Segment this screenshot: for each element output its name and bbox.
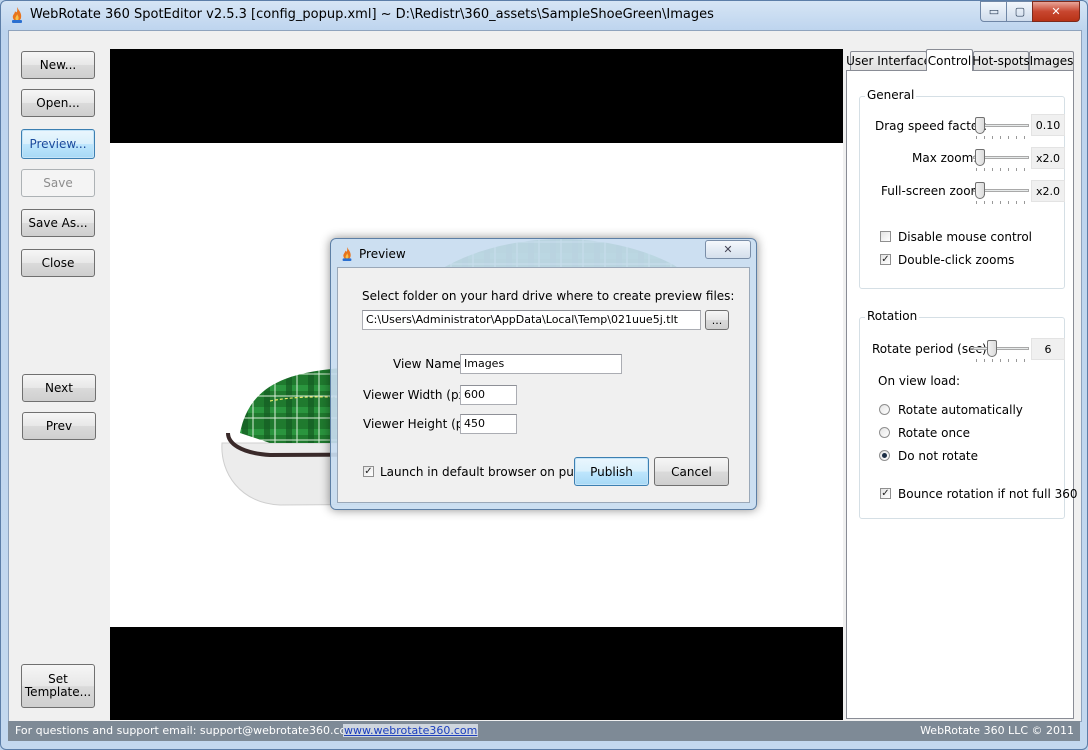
website-link[interactable]: www.webrotate360.com — [343, 724, 479, 737]
support-text: For questions and support email: support… — [15, 724, 398, 737]
control-tab-panel: General Drag speed factor: 0.10 Max zoom… — [846, 70, 1078, 719]
slider-thumb[interactable] — [986, 340, 997, 357]
bounce-rotation-checkbox[interactable]: ✓ — [880, 488, 891, 499]
rotate-automatically-label[interactable]: Rotate automatically — [898, 403, 1023, 417]
save-as-button[interactable]: Save As... — [21, 209, 95, 237]
folder-instruction: Select folder on your hard drive where t… — [362, 289, 735, 303]
close-icon: ✕ — [723, 243, 733, 256]
copyright-text: WebRotate 360 LLC © 2011 — [920, 724, 1074, 737]
viewer-width-input[interactable]: 600 — [460, 385, 517, 405]
disable-mouse-checkbox[interactable] — [880, 231, 891, 242]
rotate-period-slider[interactable] — [973, 338, 1029, 362]
fullscreen-zoom-label: Full-screen zoom: — [881, 184, 987, 198]
dialog-body: Select folder on your hard drive where t… — [337, 267, 750, 503]
double-click-label[interactable]: Double-click zooms — [898, 253, 1014, 267]
dialog-title: Preview — [359, 247, 406, 261]
preview-dialog: Preview ✕ Select folder on your hard dri… — [330, 238, 757, 510]
rotate-once-radio[interactable] — [879, 427, 890, 438]
folder-path-input[interactable]: C:\Users\Administrator\AppData\Local\Tem… — [362, 310, 701, 330]
maximize-button[interactable]: ▢ — [1006, 1, 1034, 22]
max-zoom-label: Max zoom: — [912, 151, 978, 165]
tab-control[interactable]: Control — [926, 49, 973, 71]
slider-thumb[interactable] — [975, 182, 986, 199]
set-template-button[interactable]: Set Template... — [21, 664, 95, 708]
flame-icon — [342, 247, 352, 261]
viewer-height-input[interactable]: 450 — [460, 414, 517, 434]
max-zoom-slider[interactable] — [973, 147, 1029, 171]
set-template-label-line2: Template... — [24, 685, 92, 699]
slider-thumb[interactable] — [975, 149, 986, 166]
general-group-title: General — [865, 88, 917, 102]
launch-browser-checkbox[interactable]: ✓ — [363, 466, 374, 477]
close-window-button[interactable]: ✕ — [1032, 1, 1080, 22]
double-click-checkbox[interactable]: ✓ — [880, 254, 891, 265]
view-name-input[interactable]: Images — [460, 354, 622, 374]
minimize-button[interactable]: ▭ — [980, 1, 1008, 22]
close-icon: ✕ — [1051, 5, 1061, 18]
on-view-load-label: On view load: — [878, 374, 961, 388]
minimize-icon: ▭ — [988, 5, 1000, 18]
title-bar: WebRotate 360 SpotEditor v2.5.3 [config_… — [0, 0, 1088, 30]
tab-strip: User Interface Control Hot-spots Images — [846, 49, 1076, 71]
status-bar: For questions and support email: support… — [8, 721, 1080, 741]
viewer-width-label: Viewer Width (px): — [363, 388, 475, 402]
do-not-rotate-label[interactable]: Do not rotate — [898, 449, 978, 463]
open-button[interactable]: Open... — [21, 89, 95, 117]
fullscreen-zoom-value: x2.0 — [1031, 180, 1065, 202]
tab-images[interactable]: Images — [1029, 51, 1074, 70]
tab-user-interface[interactable]: User Interface — [846, 51, 931, 70]
view-name-label: View Name: — [393, 357, 465, 371]
disable-mouse-label[interactable]: Disable mouse control — [898, 230, 1032, 244]
maximize-icon: ▢ — [1014, 5, 1026, 18]
browse-button[interactable]: ... — [705, 310, 729, 330]
dialog-close-button[interactable]: ✕ — [705, 240, 751, 259]
save-button[interactable]: Save — [21, 169, 95, 197]
flame-icon — [12, 7, 22, 23]
rotate-period-value: 6 — [1031, 338, 1065, 360]
publish-button[interactable]: Publish — [574, 457, 649, 486]
launch-browser-label[interactable]: Launch in default browser on publish — [380, 465, 602, 479]
bounce-rotation-label[interactable]: Bounce rotation if not full 360 — [898, 487, 1078, 501]
preview-button[interactable]: Preview... — [21, 129, 95, 159]
slider-thumb[interactable] — [975, 117, 986, 134]
drag-speed-value: 0.10 — [1031, 114, 1065, 136]
tab-hot-spots[interactable]: Hot-spots — [972, 51, 1030, 70]
fullscreen-zoom-slider[interactable] — [973, 180, 1029, 204]
do-not-rotate-radio[interactable] — [879, 450, 890, 461]
rotation-group-title: Rotation — [865, 309, 920, 323]
drag-speed-slider[interactable] — [973, 115, 1029, 139]
next-button[interactable]: Next — [22, 374, 96, 402]
window-title: WebRotate 360 SpotEditor v2.5.3 [config_… — [30, 7, 714, 22]
new-button[interactable]: New... — [21, 51, 95, 79]
drag-speed-label: Drag speed factor: — [875, 119, 988, 133]
max-zoom-value: x2.0 — [1031, 147, 1065, 169]
cancel-button[interactable]: Cancel — [654, 457, 729, 486]
rotate-once-label[interactable]: Rotate once — [898, 426, 970, 440]
close-project-button[interactable]: Close — [21, 249, 95, 277]
rotate-automatically-radio[interactable] — [879, 404, 890, 415]
prev-button[interactable]: Prev — [22, 412, 96, 440]
